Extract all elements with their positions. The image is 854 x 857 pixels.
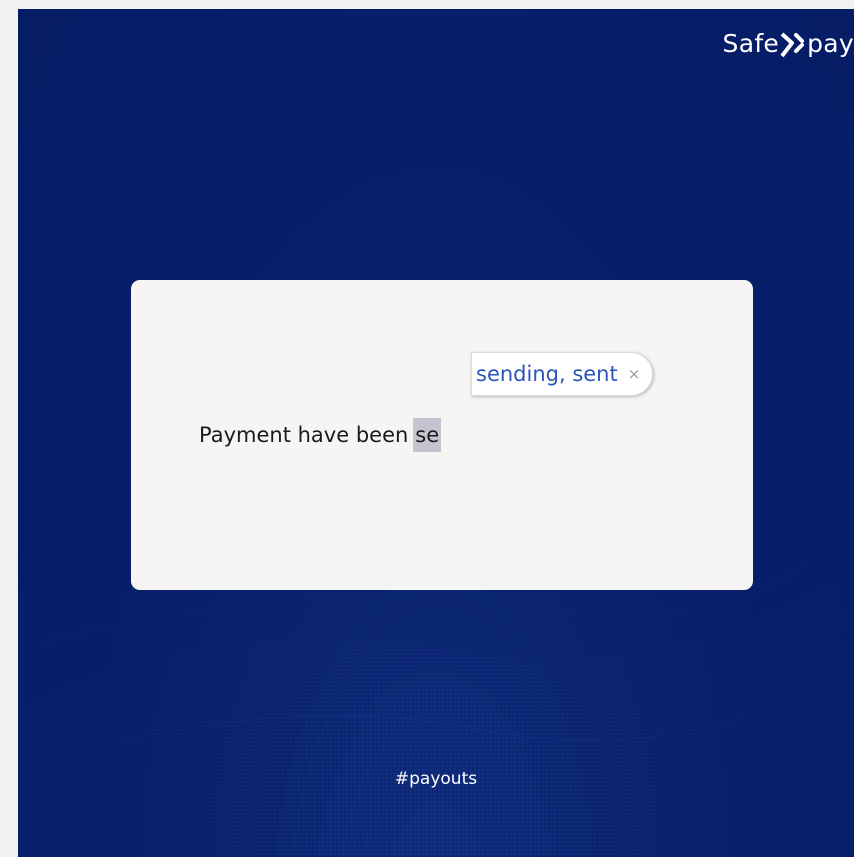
brand-name-left: Safe (722, 28, 780, 58)
text-editor-card[interactable]: sending, sent × Payment have been se (131, 280, 753, 590)
editor-text-line[interactable]: Payment have been se (199, 418, 442, 452)
autocomplete-suggestion[interactable]: sending, sent × (471, 352, 654, 396)
hashtag-label: #payouts (394, 769, 478, 789)
brand-logo: Safe pay (723, 23, 854, 63)
typed-text-highlight: se (413, 418, 442, 452)
close-icon[interactable]: × (628, 365, 641, 383)
x-chevron-icon (780, 32, 805, 58)
promo-canvas: Safe pay sending, sent × Payment have be… (18, 9, 854, 857)
brand-name-right: pay (807, 28, 854, 58)
sentence-text: Payment have been (199, 423, 409, 447)
suggestion-text[interactable]: sending, sent (476, 362, 618, 386)
